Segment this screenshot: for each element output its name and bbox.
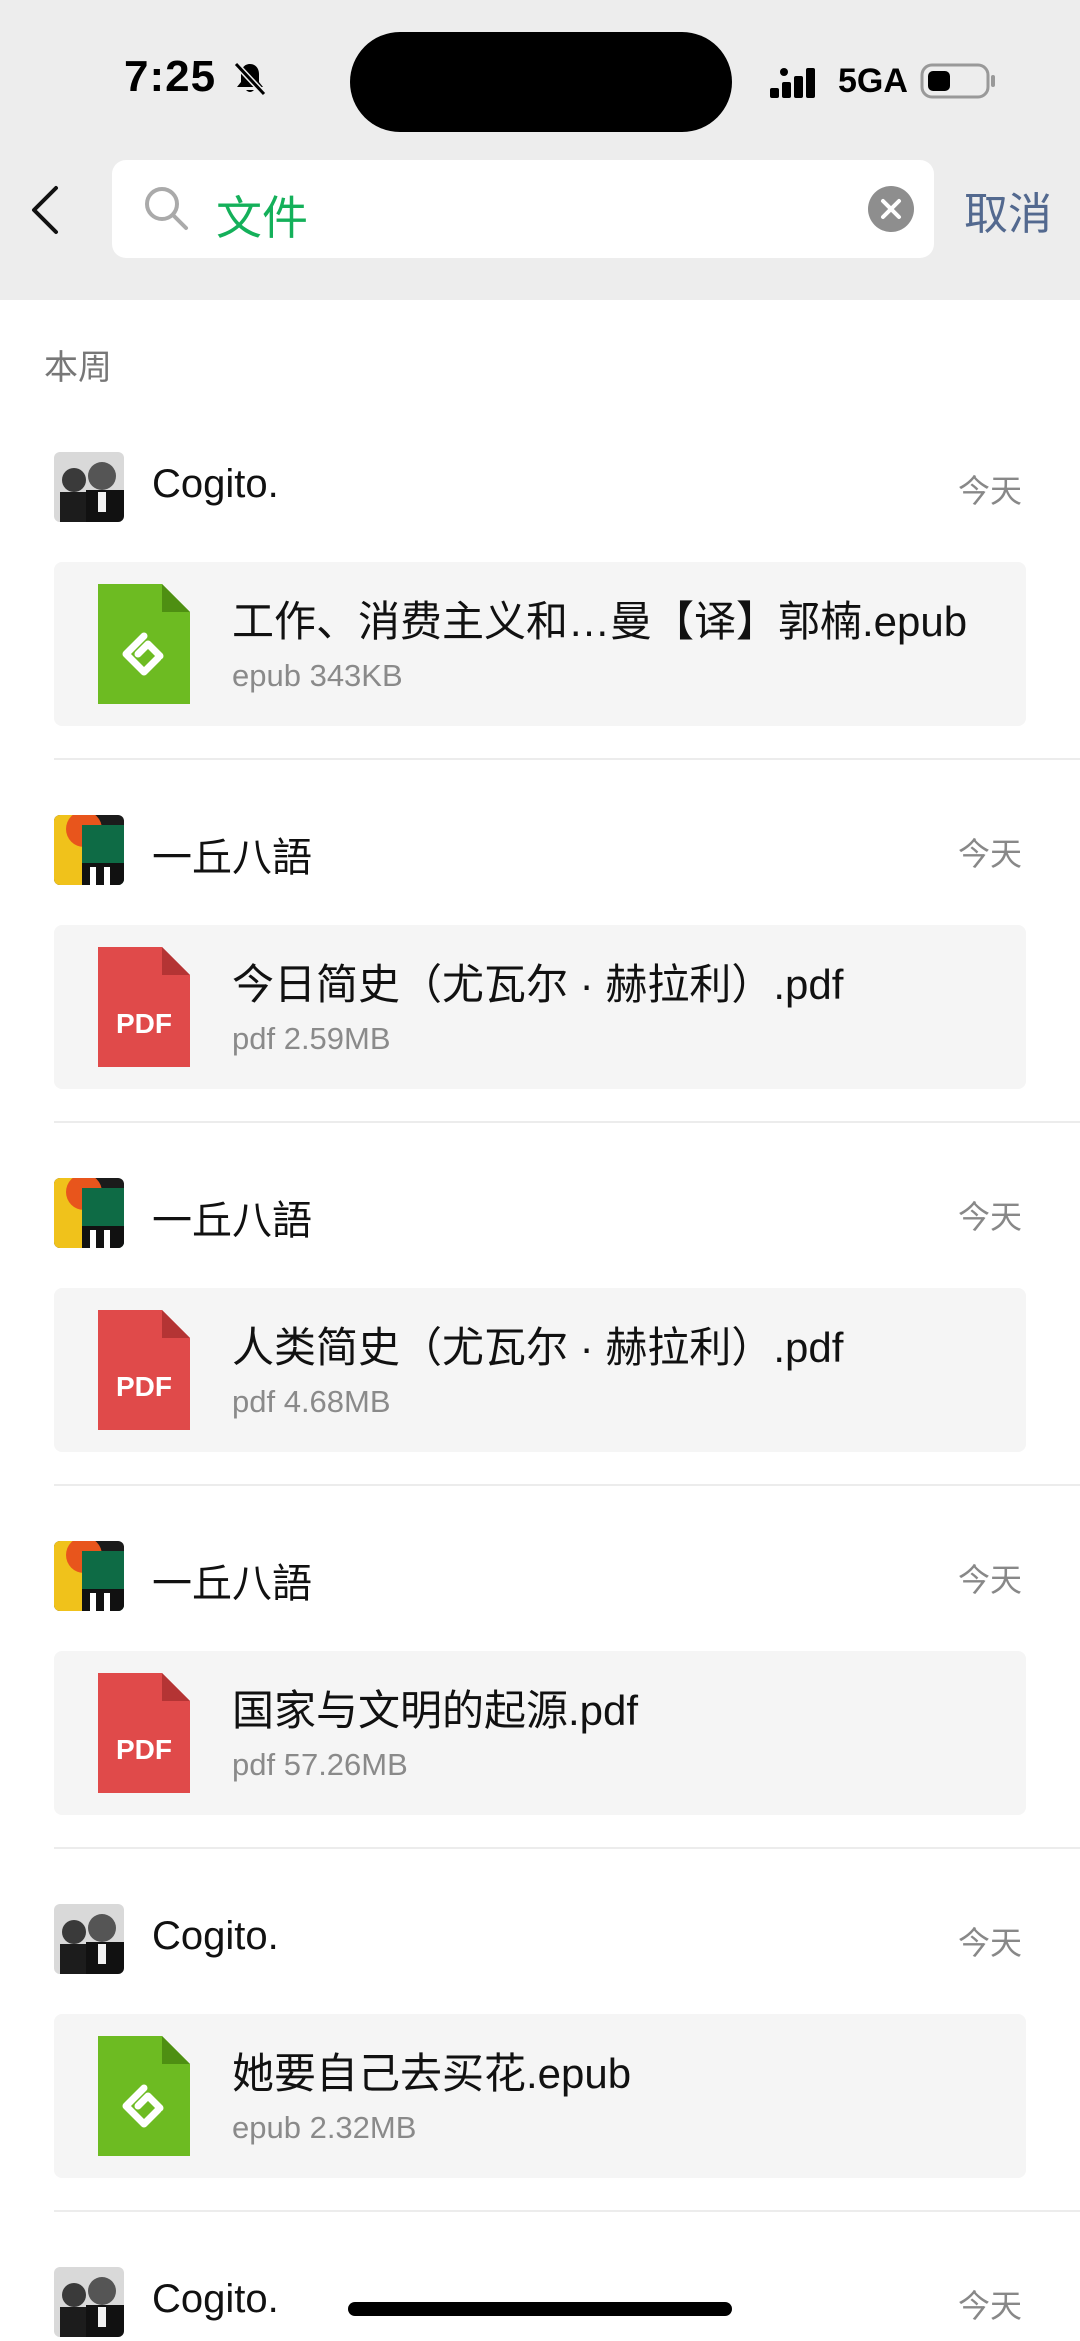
divider bbox=[54, 1847, 1080, 1849]
back-chevron-icon[interactable] bbox=[26, 184, 66, 236]
sender-name: 一丘八語 bbox=[152, 1199, 312, 1243]
epub-file-icon bbox=[98, 584, 190, 704]
file-card[interactable]: 工作、消费主义和…曼【译】郭楠.epub epub 343KB bbox=[54, 562, 1026, 726]
file-meta: pdf 2.59MB bbox=[232, 1021, 391, 1056]
sender-name: Cogito. bbox=[152, 2277, 279, 2321]
pdf-label: PDF bbox=[116, 1008, 172, 1039]
file-name: 国家与文明的起源.pdf bbox=[232, 1687, 639, 1734]
pdf-file-icon: PDF bbox=[98, 1673, 190, 1793]
sender-name: 一丘八語 bbox=[152, 836, 312, 880]
message-date: 今天 bbox=[957, 836, 1022, 872]
divider bbox=[54, 2210, 1080, 2212]
signal-icon bbox=[770, 68, 815, 98]
pdf-file-icon: PDF bbox=[98, 947, 190, 1067]
file-name: 人类简史（尤瓦尔 · 赫拉利）.pdf bbox=[232, 1324, 844, 1371]
search-bar[interactable]: 文件 bbox=[112, 160, 934, 258]
file-meta: pdf 4.68MB bbox=[232, 1384, 391, 1419]
sender-avatar[interactable] bbox=[54, 452, 124, 522]
divider bbox=[54, 1121, 1080, 1123]
file-message-entry: Cogito. 今天 她要自己去买花.epub epub 2.32MB bbox=[0, 1904, 1080, 2267]
file-name: 今日简史（尤瓦尔 · 赫拉利）.pdf bbox=[232, 961, 844, 1008]
sender-name: Cogito. bbox=[152, 1914, 279, 1958]
bell-muted-icon bbox=[233, 61, 267, 96]
message-date: 今天 bbox=[957, 1199, 1022, 1235]
file-name: 她要自己去买花.epub bbox=[232, 2050, 632, 2097]
file-meta: epub 2.32MB bbox=[232, 2110, 417, 2145]
message-date: 今天 bbox=[957, 1925, 1022, 1961]
file-name: 工作、消费主义和…曼【译】郭楠.epub bbox=[232, 598, 968, 645]
sender-avatar[interactable] bbox=[54, 2267, 124, 2337]
file-message-entry: 一丘八語 今天 PDF 今日简史（尤瓦尔 · 赫拉利）.pdf pdf 2.59… bbox=[0, 815, 1080, 1178]
sender-avatar[interactable] bbox=[54, 1904, 124, 1974]
file-message-entry: 一丘八語 今天 PDF 国家与文明的起源.pdf pdf 57.26MB bbox=[0, 1541, 1080, 1904]
sender-avatar[interactable] bbox=[54, 815, 124, 885]
sender-name: 一丘八語 bbox=[152, 1562, 312, 1606]
top-bar: 7:25 5GA 文件 取消 bbox=[0, 0, 1080, 300]
sender-name: Cogito. bbox=[152, 462, 279, 506]
search-input[interactable]: 文件 bbox=[216, 182, 308, 248]
file-meta: pdf 57.26MB bbox=[232, 1747, 408, 1782]
search-icon bbox=[145, 187, 188, 230]
file-card[interactable]: PDF 国家与文明的起源.pdf pdf 57.26MB bbox=[54, 1651, 1026, 1815]
clear-search-icon[interactable] bbox=[868, 186, 914, 232]
status-time: 7:25 bbox=[124, 52, 217, 101]
file-card[interactable]: PDF 今日简史（尤瓦尔 · 赫拉利）.pdf pdf 2.59MB bbox=[54, 925, 1026, 1089]
dynamic-island bbox=[350, 32, 732, 132]
pdf-file-icon: PDF bbox=[98, 1310, 190, 1430]
sender-avatar[interactable] bbox=[54, 1541, 124, 1611]
home-indicator[interactable] bbox=[348, 2302, 732, 2316]
divider bbox=[54, 1484, 1080, 1486]
network-indicator: 5GA bbox=[838, 62, 908, 100]
file-meta: epub 343KB bbox=[232, 658, 403, 693]
file-message-entry: 一丘八語 今天 PDF 人类简史（尤瓦尔 · 赫拉利）.pdf pdf 4.68… bbox=[0, 1178, 1080, 1541]
cancel-button[interactable]: 取消 bbox=[964, 178, 1052, 242]
file-message-entry: Cogito. 今天 工作、消费主义和…曼【译】郭楠.epub epub 343… bbox=[0, 452, 1080, 815]
file-card[interactable]: PDF 人类简史（尤瓦尔 · 赫拉利）.pdf pdf 4.68MB bbox=[54, 1288, 1026, 1452]
section-header: 本周 bbox=[44, 349, 112, 387]
message-date: 今天 bbox=[957, 1562, 1022, 1598]
epub-file-icon bbox=[98, 2036, 190, 2156]
pdf-label: PDF bbox=[116, 1371, 172, 1402]
divider bbox=[54, 758, 1080, 760]
file-card[interactable]: 她要自己去买花.epub epub 2.32MB bbox=[54, 2014, 1026, 2178]
message-date: 今天 bbox=[957, 2288, 1022, 2324]
sender-avatar[interactable] bbox=[54, 1178, 124, 1248]
battery-icon bbox=[920, 63, 995, 99]
pdf-label: PDF bbox=[116, 1734, 172, 1765]
message-date: 今天 bbox=[957, 473, 1022, 509]
